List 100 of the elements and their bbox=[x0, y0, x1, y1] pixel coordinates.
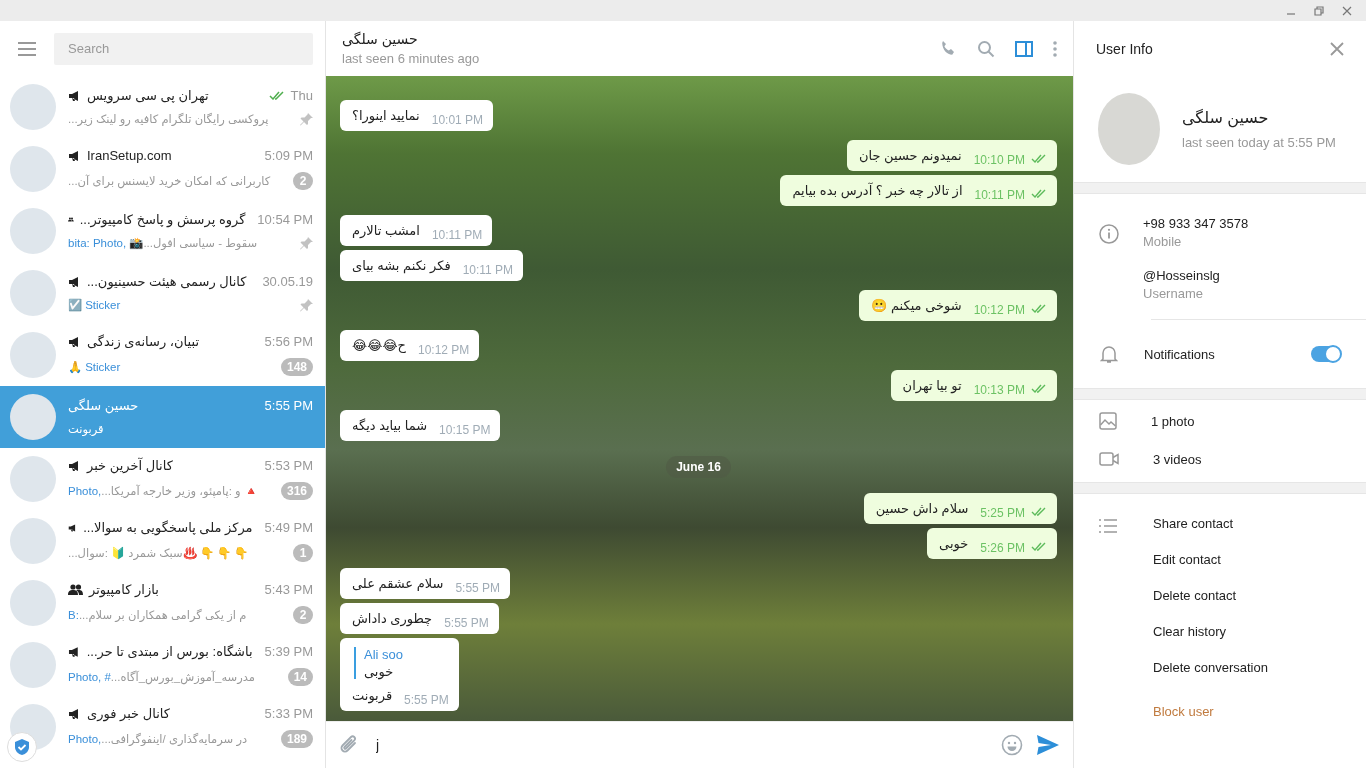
message-text: نمایید اینورا؟ bbox=[352, 107, 420, 125]
shield-check-icon[interactable] bbox=[7, 732, 37, 762]
action-link[interactable]: Edit contact bbox=[1153, 552, 1268, 567]
avatar-photo bbox=[10, 146, 56, 192]
message-time: 10:10 PM bbox=[973, 153, 1025, 167]
message-preview: کاربرانی که امکان خرید لایسنس برای آن... bbox=[68, 174, 271, 188]
message-text: قربونت bbox=[352, 687, 393, 705]
action-link[interactable]: Delete conversation bbox=[1153, 660, 1268, 675]
message-time: 10:11 PM bbox=[974, 188, 1025, 202]
action-link[interactable]: Share contact bbox=[1153, 516, 1268, 531]
action-link[interactable]: Block user bbox=[1153, 704, 1268, 719]
message-text: فکر نکنم بشه بیای bbox=[352, 257, 451, 275]
chat-time: 5:53 PM bbox=[264, 458, 313, 473]
date-badge: June 16 bbox=[666, 456, 731, 478]
chat-name: بازار کامپیوتر bbox=[89, 582, 159, 597]
chat-time: 5:55 PM bbox=[264, 398, 313, 413]
message-preview: 👇 👇 👇 ♨سبک شمرد 🔰 :سوال... bbox=[68, 546, 249, 560]
chat-name: تبیان، رسانه‌ی زندگی bbox=[87, 334, 200, 349]
chat-name: مرکز ملی پاسخگویی به سوالا... bbox=[83, 520, 253, 535]
message-text: سلام عشقم علی bbox=[352, 575, 444, 593]
restore-icon[interactable] bbox=[1314, 5, 1324, 16]
chat-time: 5:39 PM bbox=[264, 644, 313, 659]
phone-icon[interactable] bbox=[939, 39, 957, 58]
message-text: چطوری داداش bbox=[352, 610, 433, 628]
chat-name: حسین سلگی bbox=[68, 398, 139, 413]
notifications-label: Notifications bbox=[1144, 346, 1216, 362]
chat-name: کانال رسمی هیئت حسینیون... bbox=[87, 274, 247, 289]
message-preview: پروکسی رایگان تلگرام کافیه رو لینک زیر... bbox=[68, 112, 269, 126]
chat-time: 5:09 PM bbox=[264, 148, 313, 163]
avatar-photo bbox=[10, 456, 56, 502]
chat-name: کانال خبر فوری bbox=[87, 706, 170, 721]
search-icon[interactable] bbox=[977, 39, 995, 58]
unread-count: 148 bbox=[280, 358, 313, 376]
message-time: 5:55 PM bbox=[444, 616, 489, 630]
message-text: خوبی bbox=[939, 535, 969, 553]
avatar-photo bbox=[10, 394, 56, 440]
message-time: 5:26 PM bbox=[980, 541, 1025, 555]
megaphone-icon bbox=[68, 459, 81, 472]
emoji-icon[interactable] bbox=[1001, 734, 1023, 756]
avatar-photo bbox=[10, 518, 56, 564]
unread-count: 189 bbox=[280, 730, 313, 748]
panel-title: User Info bbox=[1096, 40, 1153, 57]
username-label: Username bbox=[1143, 286, 1204, 301]
chat-time: 30.05.19 bbox=[262, 274, 313, 289]
avatar-photo bbox=[10, 332, 56, 378]
bell-icon bbox=[1100, 344, 1118, 364]
action-link[interactable]: Delete contact bbox=[1153, 588, 1268, 603]
chat-name: گروه پرسش و پاسخ کامپیوتر... bbox=[79, 212, 246, 227]
message-time: 5:25 PM bbox=[980, 506, 1025, 520]
message-time: 10:01 PM bbox=[431, 113, 484, 127]
more-icon[interactable] bbox=[1053, 40, 1057, 57]
action-link[interactable]: Clear history bbox=[1153, 624, 1268, 639]
close-icon[interactable] bbox=[1342, 5, 1352, 16]
send-icon[interactable] bbox=[1037, 735, 1059, 755]
contact-status: last seen today at 5:55 PM bbox=[1182, 135, 1336, 150]
message-text: سلام داش حسین bbox=[875, 500, 969, 518]
media-link[interactable]: 3 videos bbox=[1153, 451, 1202, 467]
avatar-photo bbox=[10, 642, 56, 688]
message-time: 10:15 PM bbox=[439, 423, 491, 437]
menu-icon[interactable] bbox=[18, 41, 36, 56]
phone-number: +98 933 347 3578 bbox=[1143, 216, 1249, 231]
chat-time: Thu bbox=[290, 88, 313, 103]
chat-status: last seen 6 minutes ago bbox=[342, 51, 480, 66]
username: @Hosseinslg bbox=[1143, 268, 1221, 283]
close-icon[interactable] bbox=[1330, 41, 1344, 56]
megaphone-icon bbox=[68, 335, 81, 348]
chat-time: 5:43 PM bbox=[264, 582, 313, 597]
message-time: 5:55 PM bbox=[404, 693, 449, 707]
avatar-photo bbox=[10, 580, 56, 626]
unread-count: 14 bbox=[287, 668, 313, 686]
chat-name: کانال آخرین خبر bbox=[87, 458, 173, 473]
message-preview: 🙏 Sticker bbox=[68, 360, 121, 374]
chat-time: 5:33 PM bbox=[264, 706, 313, 721]
unread-count: 2 bbox=[293, 606, 313, 624]
search-field[interactable]: Search bbox=[54, 32, 313, 65]
media-link[interactable]: 1 photo bbox=[1151, 413, 1195, 429]
message-time: 10:12 PM bbox=[973, 303, 1025, 317]
megaphone-icon bbox=[68, 89, 81, 102]
chat-time: 5:56 PM bbox=[264, 334, 313, 349]
message-time: 10:11 PM bbox=[462, 263, 514, 277]
unread-count: 2 bbox=[293, 172, 313, 190]
chat-time: 5:49 PM bbox=[264, 520, 313, 535]
sidebar-toggle-icon[interactable] bbox=[1015, 40, 1033, 57]
message-text: امشب تالارم bbox=[352, 222, 420, 240]
video-camera-icon bbox=[1099, 451, 1119, 467]
group-icon bbox=[68, 584, 83, 595]
message-text: نمیدونم حسین جان bbox=[858, 147, 962, 165]
megaphone-icon bbox=[68, 645, 81, 658]
megaphone-icon bbox=[68, 707, 81, 720]
unread-count: 316 bbox=[280, 482, 313, 500]
list-icon bbox=[1099, 519, 1117, 533]
reply-text: خوبی bbox=[364, 664, 395, 679]
message-text: تو بیا تهران bbox=[902, 377, 962, 395]
info-icon bbox=[1099, 224, 1119, 244]
chat-time: 10:54 PM bbox=[257, 212, 313, 227]
notifications-toggle[interactable] bbox=[1311, 346, 1341, 362]
megaphone-icon bbox=[68, 149, 81, 162]
message-preview: قربونت bbox=[68, 422, 104, 436]
message-text: شوخی میکنم 😬 bbox=[871, 297, 962, 315]
message-text: ح😂😂😂 bbox=[352, 337, 406, 355]
